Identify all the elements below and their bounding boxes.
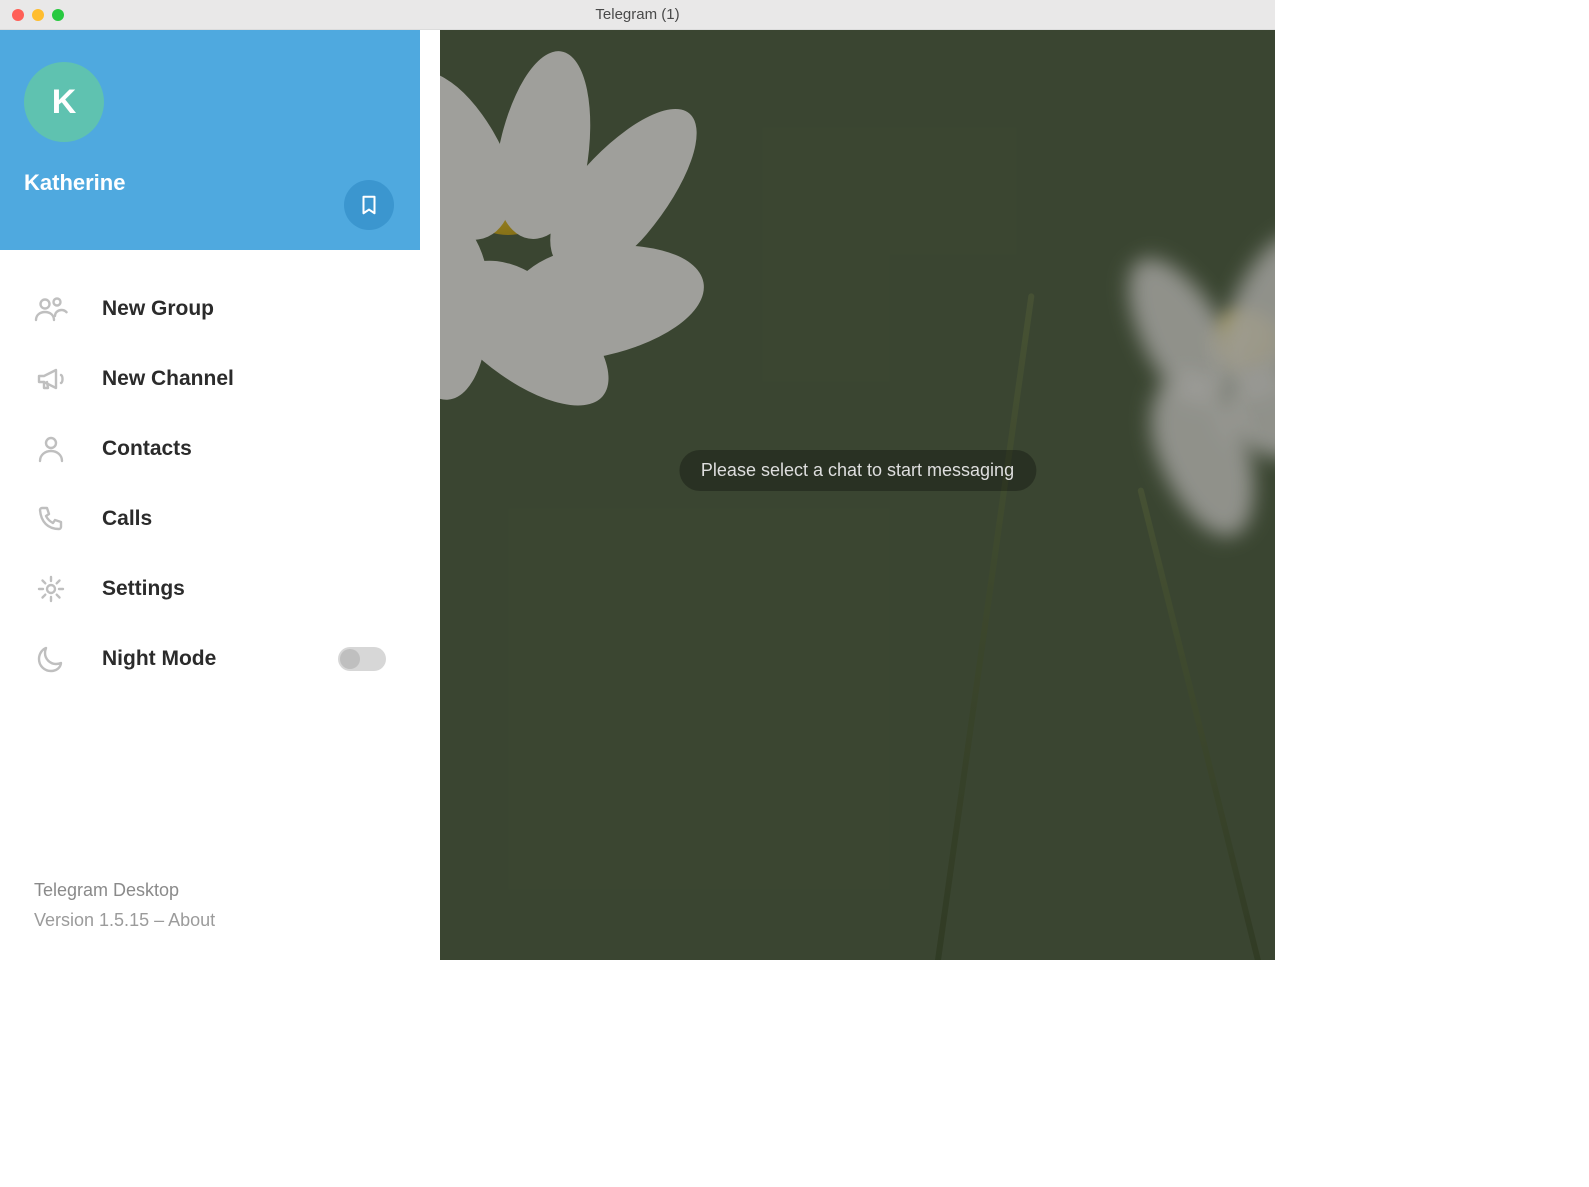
minimize-window-button[interactable] xyxy=(32,9,44,21)
drawer-menu: New Group New Channel xyxy=(0,250,420,875)
drawer-footer: Telegram Desktop Version 1.5.15 – About xyxy=(0,875,420,960)
app-body: K Katherine xyxy=(0,30,1275,960)
gear-icon xyxy=(34,572,68,606)
chat-area: Please select a chat to start messaging xyxy=(440,30,1275,960)
chat-dim-overlay[interactable] xyxy=(440,30,1275,960)
empty-chat-hint: Please select a chat to start messaging xyxy=(679,450,1036,491)
titlebar: Telegram (1) xyxy=(0,0,1275,30)
menu-item-settings[interactable]: Settings xyxy=(0,554,420,624)
menu-item-new-channel[interactable]: New Channel xyxy=(0,344,420,414)
saved-messages-button[interactable] xyxy=(344,180,394,230)
group-icon xyxy=(34,292,68,326)
window-title: Telegram (1) xyxy=(0,6,1275,23)
main-menu-drawer: K Katherine xyxy=(0,30,420,960)
phone-icon xyxy=(34,502,68,536)
menu-item-calls[interactable]: Calls xyxy=(0,484,420,554)
menu-label: Night Mode xyxy=(102,647,216,671)
window-controls xyxy=(12,9,64,21)
person-icon xyxy=(34,432,68,466)
version-about-link[interactable]: Version 1.5.15 – About xyxy=(34,905,386,936)
menu-label: New Channel xyxy=(102,367,234,391)
close-window-button[interactable] xyxy=(12,9,24,21)
menu-item-night-mode[interactable]: Night Mode xyxy=(0,624,420,694)
menu-label: Calls xyxy=(102,507,152,531)
night-mode-toggle[interactable] xyxy=(338,647,386,671)
menu-label: New Group xyxy=(102,297,214,321)
maximize-window-button[interactable] xyxy=(52,9,64,21)
menu-item-new-group[interactable]: New Group xyxy=(0,274,420,344)
app-window: Telegram (1) K Katherine xyxy=(0,0,1275,960)
avatar-initial: K xyxy=(52,83,77,122)
app-name-label: Telegram Desktop xyxy=(34,875,386,906)
moon-icon xyxy=(34,642,68,676)
sidebar-column: K Katherine xyxy=(0,30,440,960)
menu-label: Contacts xyxy=(102,437,192,461)
toggle-knob xyxy=(340,649,360,669)
megaphone-icon xyxy=(34,362,68,396)
profile-name[interactable]: Katherine xyxy=(24,170,396,196)
avatar[interactable]: K xyxy=(24,62,104,142)
drawer-header: K Katherine xyxy=(0,30,420,250)
bookmark-icon xyxy=(358,194,380,216)
menu-label: Settings xyxy=(102,577,185,601)
menu-item-contacts[interactable]: Contacts xyxy=(0,414,420,484)
